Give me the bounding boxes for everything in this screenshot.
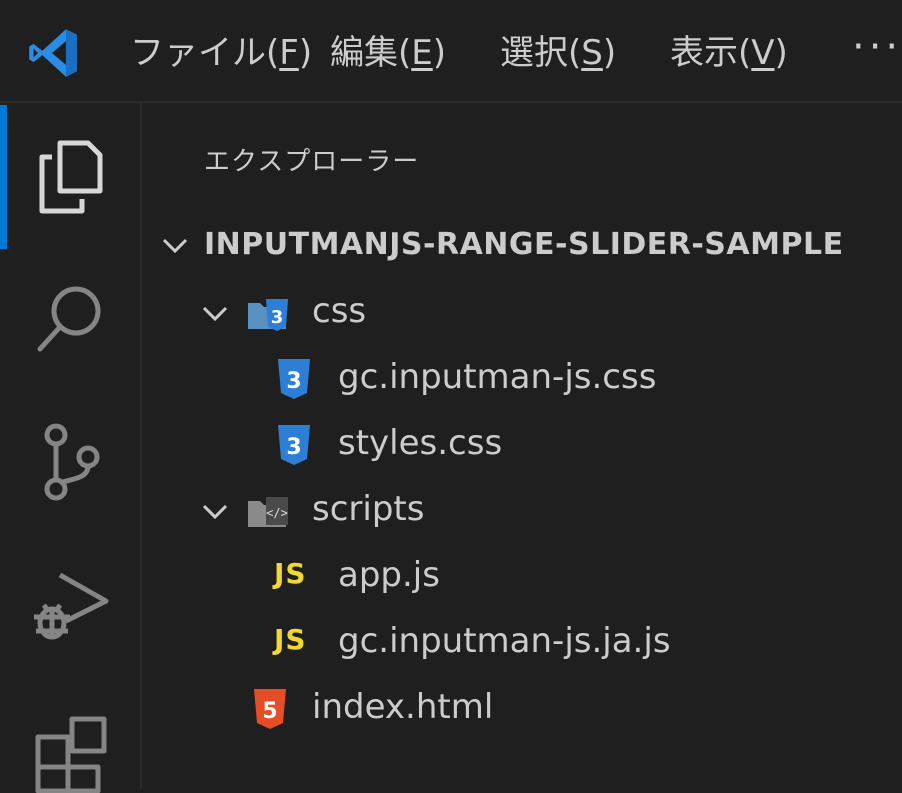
tree-folder-scripts[interactable]: </> scripts [142,481,902,541]
menu-selection[interactable]: 選択(S) [500,31,616,75]
explorer-panel: エクスプローラー INPUTMANJS-RANGE-SLIDER-SAMPLE … [142,103,902,789]
tree-item-label: gc.inputman-js.css [338,357,657,397]
js-file-icon: JS [274,623,307,656]
css-folder-icon: 3 [248,299,288,331]
tree-item-label: css [312,291,367,331]
more-menu-button[interactable]: ··· [852,24,902,70]
explorer-title: エクスプローラー [204,147,420,177]
svg-text:3: 3 [286,435,301,460]
title-bar: ファイル(F) 編集(E) 選択(S) 表示(V) ··· [0,0,902,103]
tree-file-index-html[interactable]: 5 index.html [142,679,902,739]
chevron-down-icon [202,504,228,520]
tree-folder-css[interactable]: 3 css [142,283,902,343]
workspace-root[interactable]: INPUTMANJS-RANGE-SLIDER-SAMPLE [142,215,902,275]
tree-item-label: gc.inputman-js.ja.js [338,621,671,661]
workspace-root-label: INPUTMANJS-RANGE-SLIDER-SAMPLE [204,227,844,262]
active-indicator [0,105,7,249]
svg-text:5: 5 [262,699,277,724]
vscode-logo-icon[interactable] [26,26,80,80]
tree-file-app-js[interactable]: JS app.js [142,547,902,607]
tree-item-label: app.js [338,555,440,595]
svg-text:</>: </> [266,506,288,520]
menu-view[interactable]: 表示(V) [670,31,788,75]
search-icon[interactable] [30,279,110,359]
source-control-icon[interactable] [30,421,110,501]
js-file-icon: JS [274,557,307,590]
activity-bar [0,103,142,793]
html-file-icon: 5 [254,689,286,729]
run-debug-icon[interactable] [30,565,110,645]
tree-file-gc-inputman-css[interactable]: 3 gc.inputman-js.css [142,349,902,409]
scripts-folder-icon: </> [248,497,288,527]
tree-item-label: index.html [312,687,494,727]
explorer-icon[interactable] [30,135,110,215]
css-file-icon: 3 [278,359,310,399]
tree-file-styles-css[interactable]: 3 styles.css [142,415,902,475]
menu-edit[interactable]: 編集(E) [330,31,446,75]
chevron-down-icon [162,238,188,254]
tree-item-label: scripts [312,489,425,529]
chevron-down-icon [202,306,228,322]
menu-file[interactable]: ファイル(F) [130,31,312,75]
svg-text:3: 3 [286,369,301,394]
extensions-icon[interactable] [30,713,110,793]
tree-item-label: styles.css [338,423,503,463]
css-file-icon: 3 [278,425,310,465]
tree-file-gc-inputman-ja-js[interactable]: JS gc.inputman-js.ja.js [142,613,902,673]
svg-text:3: 3 [271,307,284,328]
